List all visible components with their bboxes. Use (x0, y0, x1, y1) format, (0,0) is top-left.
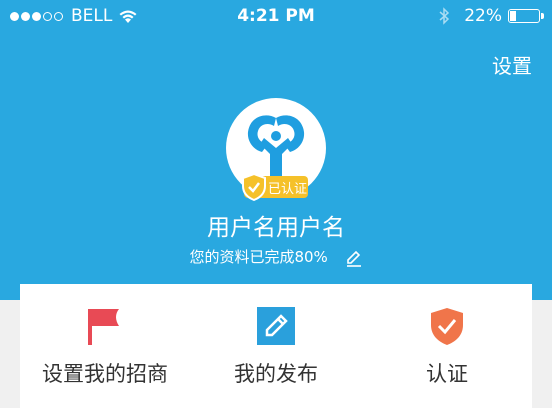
profile-completion-text: 您的资料已完成80% (189, 248, 328, 266)
profile-header: BELL 4:21 PM 22% 设置 已认证 用户名用户名 您的资料已完成80… (0, 0, 552, 300)
edit-icon (257, 307, 295, 345)
battery-percent: 22% (464, 6, 502, 26)
flag-icon (88, 309, 119, 345)
username: 用户名用户名 (207, 215, 345, 241)
verified-badge-text: 已认证 (268, 182, 308, 197)
profile-completion: 您的资料已完成80% (0, 246, 552, 267)
edit-profile-icon[interactable] (345, 249, 363, 267)
menu-item-verification[interactable]: 认证 (362, 284, 532, 408)
verified-shield-icon (242, 173, 266, 201)
shield-check-icon (431, 308, 463, 345)
status-bar: BELL 4:21 PM 22% (0, 0, 552, 32)
app-logo-icon (247, 115, 305, 176)
bluetooth-icon (439, 7, 450, 25)
battery-icon (508, 9, 544, 23)
menu-item-label: 设置我的招商 (42, 362, 168, 386)
menu-item-label: 认证 (426, 362, 468, 386)
verified-badge: 已认证 (242, 173, 308, 201)
settings-button[interactable]: 设置 (492, 50, 532, 79)
quick-actions-card: 设置我的招商 我的发布 认证 (20, 284, 532, 408)
menu-item-label: 我的发布 (234, 362, 318, 386)
menu-item-my-posts[interactable]: 我的发布 (191, 284, 361, 408)
menu-item-merchant[interactable]: 设置我的招商 (20, 284, 190, 408)
